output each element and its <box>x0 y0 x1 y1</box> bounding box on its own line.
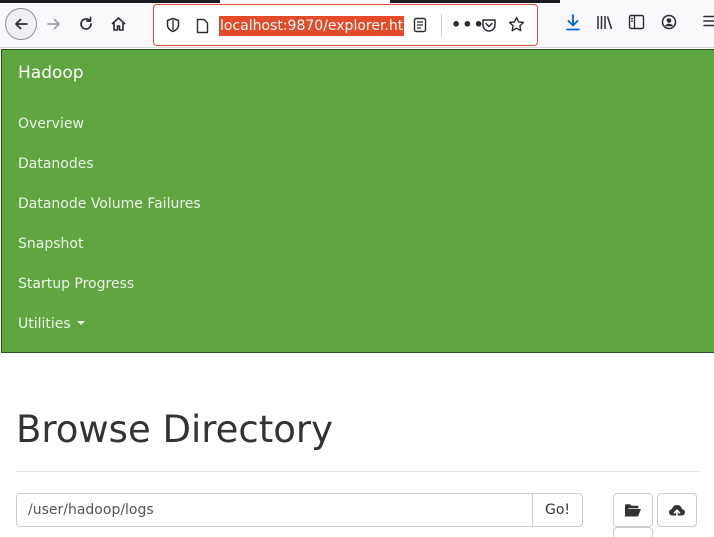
nav-link-snapshot[interactable]: Snapshot <box>18 236 83 252</box>
menu-icon[interactable] <box>703 14 714 28</box>
account-icon[interactable] <box>661 14 677 30</box>
pocket-icon[interactable] <box>481 17 497 33</box>
library-icon[interactable] <box>596 14 614 31</box>
reader-view-icon[interactable] <box>413 17 427 33</box>
caret-down-icon <box>76 321 85 325</box>
browser-toolbar: localhost:9870/explorer.ht ••• <box>0 0 714 48</box>
folder-open-icon <box>624 503 641 516</box>
page-icon <box>196 18 209 34</box>
directory-path-input[interactable]: /user/hadoop/logs <box>16 493 533 527</box>
nav-dropdown-utilities[interactable]: Utilities <box>18 316 85 332</box>
url-text[interactable]: localhost:9870/explorer.ht <box>219 16 405 36</box>
nav-link-datanodes[interactable]: Datanodes <box>18 156 94 172</box>
nav-link-utilities-label: Utilities <box>18 316 71 332</box>
next-toolbar-button[interactable] <box>613 527 653 537</box>
forward-arrow-icon <box>47 18 60 30</box>
navbar-brand[interactable]: Hadoop <box>18 63 84 83</box>
more-icon[interactable]: ••• <box>451 15 485 34</box>
title-divider <box>16 471 701 472</box>
upload-file-button[interactable] <box>657 493 697 527</box>
forward-button[interactable] <box>40 9 68 39</box>
cloud-upload-icon <box>669 504 685 517</box>
back-arrow-icon <box>15 18 28 30</box>
home-icon <box>110 17 126 31</box>
nav-link-startup-progress[interactable]: Startup Progress <box>18 276 134 292</box>
nav-link-datanode-volume-failures[interactable]: Datanode Volume Failures <box>18 196 201 212</box>
reload-button[interactable] <box>72 9 100 39</box>
back-button[interactable] <box>5 8 37 40</box>
home-button[interactable] <box>104 9 132 39</box>
bookmark-star-icon[interactable] <box>508 16 525 33</box>
reload-icon <box>80 16 92 30</box>
page-title: Browse Directory <box>16 408 334 451</box>
sidebar-icon[interactable] <box>628 14 645 30</box>
url-bar-separator <box>441 14 442 38</box>
create-directory-button[interactable] <box>613 493 653 527</box>
hadoop-navbar: Hadoop Overview Datanodes Datanode Volum… <box>1 49 714 353</box>
url-bar[interactable]: localhost:9870/explorer.ht ••• <box>153 4 538 46</box>
go-button[interactable]: Go! <box>532 493 583 527</box>
tab-strip-edge <box>390 0 560 3</box>
tracking-shield-icon[interactable] <box>166 17 180 33</box>
nav-link-overview[interactable]: Overview <box>18 116 84 132</box>
tab-strip-edge <box>0 0 220 3</box>
download-icon[interactable] <box>565 14 581 32</box>
